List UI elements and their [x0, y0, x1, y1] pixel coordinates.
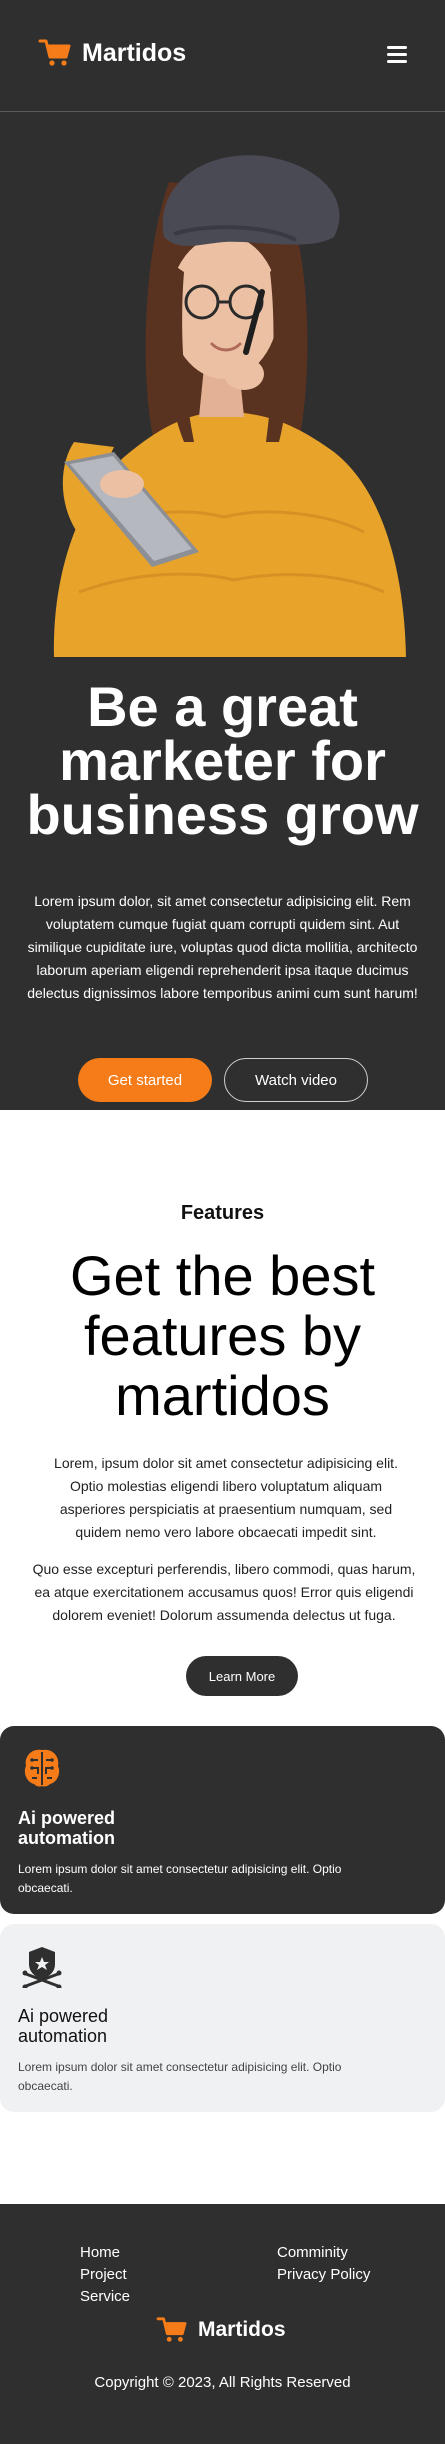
footer-links-right: Comminity Privacy Policy: [277, 2242, 370, 2286]
footer-link-privacy-policy[interactable]: Privacy Policy: [277, 2264, 370, 2286]
footer-brand[interactable]: Martidos: [156, 2316, 286, 2344]
feature-card-text: Lorem ipsum dolor sit amet consectetur a…: [18, 1862, 342, 1895]
footer-link-community[interactable]: Comminity: [277, 2242, 370, 2264]
features-label: Features: [180, 1202, 265, 1224]
feature-card-title: Ai powered automation: [18, 2006, 109, 2046]
features-paragraph-2: Quo esse excepturi perferendis, libero c…: [32, 1561, 416, 1623]
get-started-button[interactable]: Get started: [78, 1058, 212, 1102]
footer-link-service[interactable]: Service: [80, 2286, 130, 2308]
brand-logo[interactable]: Martidos: [38, 38, 186, 68]
hero-image: [53, 155, 406, 657]
learn-more-button[interactable]: Learn More: [186, 1656, 298, 1696]
brain-icon: [24, 1749, 60, 1787]
feature-card-title: Ai powered automation: [18, 1808, 116, 1848]
feature-card-1: Ai powered automation Lorem ipsum dolor …: [0, 1726, 445, 1914]
hamburger-menu-icon[interactable]: [387, 46, 407, 63]
cart-icon: [156, 2317, 187, 2342]
copyright-text: Copyright © 2023, All Rights Reserved: [94, 2374, 351, 2391]
footer-brand-name: Martidos: [198, 2318, 286, 2341]
feature-card-2: Ai powered automation Lorem ipsum dolor …: [0, 1924, 445, 2112]
site-header: Martidos: [0, 0, 445, 112]
watch-video-button[interactable]: Watch video: [224, 1058, 368, 1102]
hero-section: Be a great marketer for business grow Lo…: [0, 112, 445, 1110]
hero-description: Lorem ipsum dolor, sit amet consectetur …: [27, 893, 418, 1001]
feature-card-text: Lorem ipsum dolor sit amet consectetur a…: [18, 2060, 342, 2093]
shield-skull-icon: [22, 1947, 62, 1988]
footer-link-project[interactable]: Project: [80, 2264, 130, 2286]
features-title: Get the best features by martidos: [69, 1244, 376, 1427]
footer-link-home[interactable]: Home: [80, 2242, 130, 2264]
features-paragraph-1: Lorem, ipsum dolor sit amet consectetur …: [54, 1455, 398, 1540]
footer-links-left: Home Project Service: [80, 2242, 130, 2308]
cart-icon: [38, 39, 71, 66]
site-footer: Home Project Service Comminity Privacy P…: [0, 2204, 445, 2444]
brand-name: Martidos: [82, 38, 187, 67]
hero-title: Be a great marketer for business grow: [26, 675, 419, 846]
